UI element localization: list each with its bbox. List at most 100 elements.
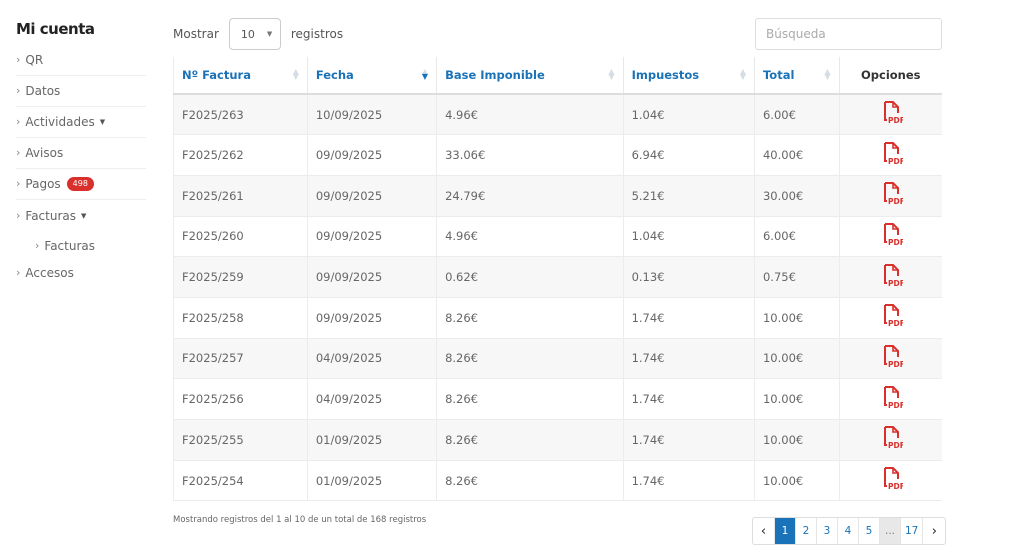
sort-icon: ▲ ▼ bbox=[739, 67, 746, 81]
sidebar-item-pagos[interactable]: › Pagos 498 bbox=[16, 169, 146, 200]
sidebar-item-avisos[interactable]: › Avisos bbox=[16, 138, 146, 169]
pdf-file-icon[interactable]: PDF bbox=[881, 425, 905, 451]
sidebar-title: Mi cuenta bbox=[16, 20, 95, 38]
cell-fecha: 09/09/2025 bbox=[307, 256, 438, 298]
cell-base: 33.06€ bbox=[436, 134, 624, 176]
cell-impuestos: 1.74€ bbox=[623, 378, 755, 420]
column-header-total[interactable]: Total ▲ ▼ bbox=[754, 57, 840, 95]
sidebar-item-accesos[interactable]: › Accesos bbox=[16, 259, 146, 286]
chevron-right-icon: › bbox=[35, 239, 40, 252]
next-page-button[interactable]: › bbox=[923, 518, 945, 544]
pdf-file-icon[interactable]: PDF bbox=[881, 181, 905, 207]
pdf-file-icon[interactable]: PDF bbox=[881, 344, 905, 370]
table-row: F2025/254 01/09/2025 8.26€ 1.74€ 10.00€ PDF bbox=[173, 460, 942, 502]
caret-down-icon: ▼ bbox=[81, 211, 87, 220]
pdf-file-icon[interactable]: PDF bbox=[881, 222, 905, 248]
sort-desc-icon: ▲ ▼ bbox=[421, 67, 429, 81]
sidebar-item-label: Facturas bbox=[44, 239, 96, 253]
page-button-17[interactable]: 17 bbox=[901, 518, 924, 544]
cell-base: 24.79€ bbox=[436, 175, 624, 217]
page-size-select[interactable]: 10 ▼ bbox=[228, 18, 281, 50]
cell-total: 10.00€ bbox=[754, 297, 840, 339]
svg-text:PDF: PDF bbox=[888, 360, 903, 369]
page-button-1[interactable]: 1 bbox=[775, 518, 796, 544]
sort-icon: ▲ ▼ bbox=[608, 67, 615, 81]
chevron-right-icon: › bbox=[16, 53, 21, 66]
table-row: F2025/261 09/09/2025 24.79€ 5.21€ 30.00€ PDF bbox=[173, 175, 942, 217]
cell-opciones: PDF bbox=[839, 419, 942, 461]
records-label: registros bbox=[290, 27, 344, 41]
svg-text:PDF: PDF bbox=[888, 197, 903, 206]
svg-text:PDF: PDF bbox=[888, 279, 903, 288]
table-row: F2025/258 09/09/2025 8.26€ 1.74€ 10.00€ PDF bbox=[173, 297, 942, 339]
cell-opciones: PDF bbox=[839, 297, 942, 339]
sidebar-item-actividades[interactable]: › Actividades ▼ bbox=[16, 107, 146, 138]
cell-base: 8.26€ bbox=[436, 338, 624, 380]
cell-base: 0.62€ bbox=[436, 256, 624, 298]
cell-opciones: PDF bbox=[839, 460, 942, 502]
column-header-base[interactable]: Base Imponible ▲ ▼ bbox=[436, 57, 624, 95]
svg-text:PDF: PDF bbox=[888, 157, 903, 166]
column-header-impuestos[interactable]: Impuestos ▲ ▼ bbox=[623, 57, 755, 95]
cell-factura: F2025/256 bbox=[173, 378, 308, 420]
column-header-label: Impuestos bbox=[631, 68, 700, 82]
page-button-2[interactable]: 2 bbox=[796, 518, 817, 544]
page-button-3[interactable]: 3 bbox=[817, 518, 838, 544]
pagination: ‹ 1 2 3 4 5 ... 17 › bbox=[752, 517, 947, 545]
pdf-file-icon[interactable]: PDF bbox=[881, 303, 905, 329]
cell-impuestos: 1.04€ bbox=[623, 216, 755, 258]
sidebar-subitem-facturas[interactable]: › Facturas bbox=[16, 231, 146, 261]
chevron-right-icon: › bbox=[16, 265, 21, 279]
page-button-4[interactable]: 4 bbox=[838, 518, 859, 544]
column-header-label: Total bbox=[762, 68, 795, 82]
pdf-file-icon[interactable]: PDF bbox=[881, 100, 905, 126]
table-row: F2025/263 10/09/2025 4.96€ 1.04€ 6.00€ PDF bbox=[173, 94, 942, 136]
cell-factura: F2025/254 bbox=[173, 460, 308, 502]
pdf-file-icon[interactable]: PDF bbox=[881, 141, 905, 167]
pdf-file-icon[interactable]: PDF bbox=[881, 385, 905, 411]
svg-text:PDF: PDF bbox=[888, 401, 903, 410]
cell-base: 8.26€ bbox=[436, 297, 624, 339]
cell-factura: F2025/262 bbox=[173, 134, 308, 176]
column-header-opciones: Opciones bbox=[839, 57, 942, 95]
page-button-5[interactable]: 5 bbox=[859, 518, 880, 544]
page-ellipsis: ... bbox=[880, 518, 901, 544]
cell-total: 10.00€ bbox=[754, 419, 840, 461]
cell-fecha: 09/09/2025 bbox=[307, 297, 438, 339]
cell-fecha: 09/09/2025 bbox=[307, 216, 438, 258]
sidebar-item-datos[interactable]: › Datos bbox=[16, 76, 146, 107]
svg-text:PDF: PDF bbox=[888, 116, 903, 125]
column-header-label: Nº Factura bbox=[182, 68, 251, 82]
cell-fecha: 01/09/2025 bbox=[307, 460, 438, 502]
cell-impuestos: 5.21€ bbox=[623, 175, 755, 217]
table-row: F2025/259 09/09/2025 0.62€ 0.13€ 0.75€ PDF bbox=[173, 256, 942, 298]
cell-impuestos: 1.04€ bbox=[623, 94, 755, 136]
pagos-count-badge: 498 bbox=[66, 177, 94, 191]
pdf-file-icon[interactable]: PDF bbox=[881, 263, 905, 289]
page-size-control: Mostrar 10 ▼ registros bbox=[173, 18, 343, 50]
cell-base: 8.26€ bbox=[436, 419, 624, 461]
sidebar-item-facturas[interactable]: › Facturas ▼ bbox=[16, 200, 146, 231]
sidebar-item-label: Pagos bbox=[25, 177, 61, 191]
column-header-label: Opciones bbox=[861, 68, 921, 82]
cell-impuestos: 1.74€ bbox=[623, 419, 755, 461]
sidebar-item-qr[interactable]: › QR bbox=[16, 45, 146, 76]
sidebar-item-label: Facturas bbox=[25, 208, 77, 223]
cell-factura: F2025/257 bbox=[173, 338, 308, 380]
cell-total: 10.00€ bbox=[754, 338, 840, 380]
sidebar-item-label: Accesos bbox=[25, 265, 74, 280]
column-header-factura[interactable]: Nº Factura ▲ ▼ bbox=[173, 57, 308, 95]
cell-impuestos: 1.74€ bbox=[623, 338, 755, 380]
cell-factura: F2025/258 bbox=[173, 297, 308, 339]
svg-text:PDF: PDF bbox=[888, 238, 903, 247]
column-header-fecha[interactable]: Fecha ▲ ▼ bbox=[307, 57, 438, 95]
table-row: F2025/260 09/09/2025 4.96€ 1.04€ 6.00€ PDF bbox=[173, 216, 942, 258]
sort-icon: ▲ ▼ bbox=[292, 67, 299, 81]
sidebar-item-label: Datos bbox=[25, 84, 61, 98]
pdf-file-icon[interactable]: PDF bbox=[881, 466, 905, 492]
chevron-right-icon: › bbox=[16, 177, 21, 190]
cell-factura: F2025/255 bbox=[173, 419, 308, 461]
search-input[interactable] bbox=[755, 18, 942, 50]
prev-page-button[interactable]: ‹ bbox=[753, 518, 775, 544]
chevron-right-icon: › bbox=[16, 115, 21, 128]
